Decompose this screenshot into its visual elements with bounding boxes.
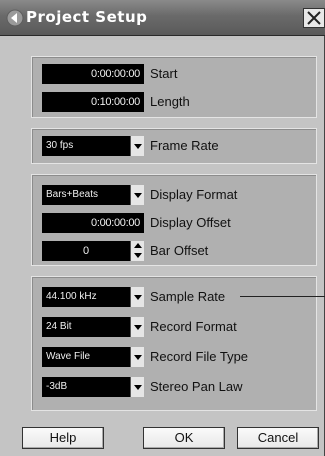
length-label: Length (150, 94, 190, 109)
bar-offset-stepper[interactable]: 0 (42, 241, 144, 261)
display-offset-label: Display Offset (150, 215, 231, 230)
chevron-down-icon[interactable] (130, 185, 144, 205)
chevron-down-icon[interactable] (130, 136, 144, 156)
cancel-button[interactable]: Cancel (237, 427, 319, 449)
close-button[interactable] (303, 8, 325, 28)
close-icon (307, 11, 321, 25)
frame-rate-value: 30 fps (46, 140, 74, 151)
bar-offset-spin-buttons[interactable] (130, 241, 144, 261)
project-setup-dialog: Project Setup 0:00:00:00 Start 0:10:00:0… (0, 0, 325, 456)
frame-rate-group: 30 fps Frame Rate (31, 128, 317, 164)
chevron-down-icon[interactable] (130, 317, 144, 337)
timing-group: 0:00:00:00 Start 0:10:00:00 Length (31, 56, 317, 118)
sample-rate-label: Sample Rate (150, 289, 226, 304)
record-file-type-dropdown[interactable]: Wave File (42, 347, 144, 367)
display-format-dropdown[interactable]: Bars+Beats (42, 185, 144, 205)
bar-offset-label: Bar Offset (150, 243, 209, 258)
display-format-label: Display Format (150, 187, 238, 202)
record-file-type-label: Record File Type (150, 349, 249, 364)
bar-offset-value: 0 (82, 245, 90, 257)
spin-down-icon[interactable] (134, 253, 142, 258)
spin-up-icon[interactable] (134, 243, 142, 248)
length-field[interactable]: 0:10:00:00 (42, 92, 144, 112)
frame-rate-dropdown[interactable]: 30 fps (42, 136, 144, 156)
record-format-dropdown[interactable]: 24 Bit (42, 317, 144, 337)
frame-rate-label: Frame Rate (150, 138, 219, 153)
callout-line (240, 296, 325, 297)
chevron-down-icon[interactable] (130, 377, 144, 397)
start-field[interactable]: 0:00:00:00 (42, 64, 144, 84)
start-label: Start (150, 66, 178, 81)
record-file-type-value: Wave File (46, 351, 91, 362)
sample-rate-dropdown[interactable]: 44.100 kHz (42, 287, 144, 307)
record-format-value: 24 Bit (46, 321, 72, 332)
stereo-pan-law-dropdown[interactable]: -3dB (42, 377, 144, 397)
record-format-label: Record Format (150, 319, 237, 334)
sample-rate-value: 44.100 kHz (46, 291, 97, 302)
display-group: Bars+Beats Display Format 0:00:00:00 Dis… (31, 174, 317, 266)
help-button[interactable]: Help (22, 427, 104, 449)
title-bar[interactable]: Project Setup (0, 0, 325, 36)
window-title: Project Setup (26, 8, 148, 26)
chevron-down-icon[interactable] (130, 287, 144, 307)
stereo-pan-law-label: Stereo Pan Law (150, 379, 243, 394)
stereo-pan-law-value: -3dB (46, 381, 68, 392)
display-offset-field[interactable]: 0:00:00:00 (42, 213, 144, 233)
ok-button[interactable]: OK (143, 427, 225, 449)
display-format-value: Bars+Beats (46, 189, 98, 200)
left-arrow-icon (6, 9, 24, 27)
chevron-down-icon[interactable] (130, 347, 144, 367)
